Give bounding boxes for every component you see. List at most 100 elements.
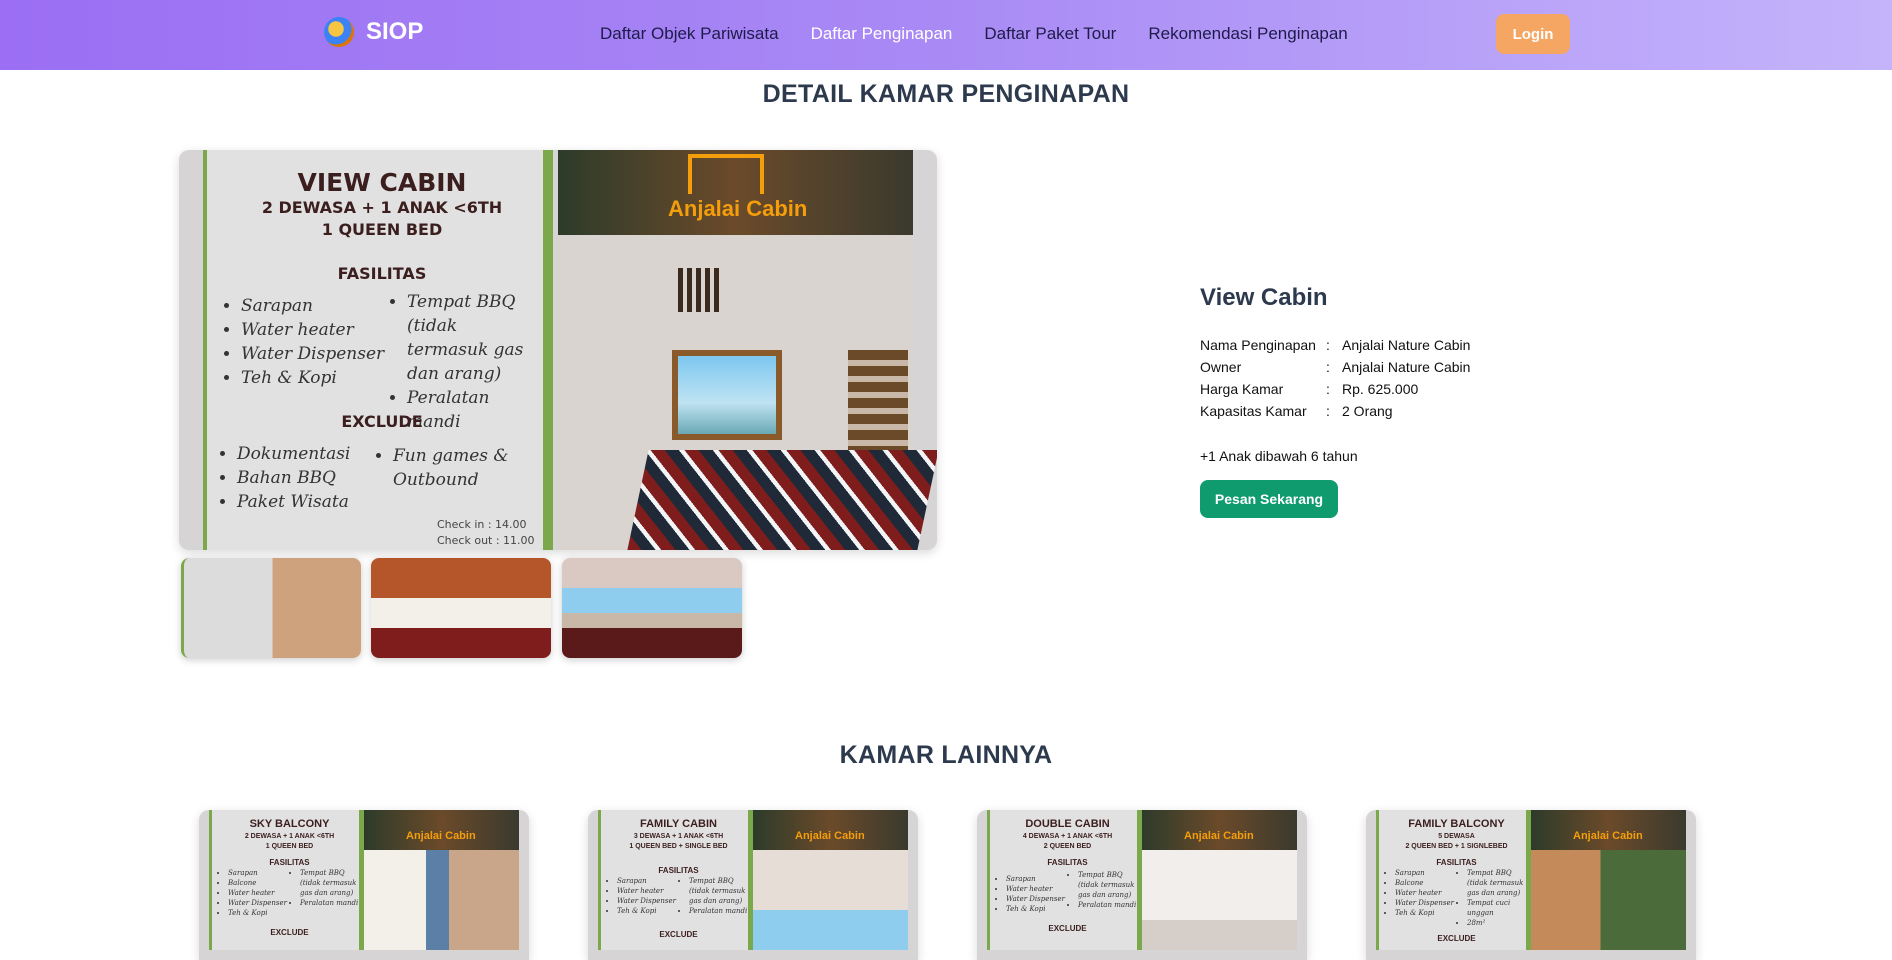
info-row-kapasitas: Kapasitas Kamar : 2 Orang: [1200, 400, 1470, 422]
info-value: Anjalai Nature Cabin: [1342, 337, 1471, 353]
card-item: Teh & Kopi: [1006, 904, 1065, 914]
thumbnail-3[interactable]: [562, 558, 742, 658]
nav-link-objek-pariwisata[interactable]: Daftar Objek Pariwisata: [600, 24, 779, 44]
brand-logo-icon: [324, 17, 354, 47]
room-card-family-cabin[interactable]: FAMILY CABIN 3 DEWASA + 1 ANAK <6TH 1 QU…: [588, 810, 918, 960]
card-item: Peralatan mandi: [689, 906, 751, 916]
poster-subtitle-1: 2 DEWASA + 1 ANAK <6TH: [261, 198, 503, 217]
poster-subtitle-2: 1 QUEEN BED: [321, 220, 443, 239]
brand[interactable]: SIOP: [324, 17, 423, 47]
card-exclude-label: EXCLUDE: [270, 928, 309, 937]
nav-link-rekomendasi[interactable]: Rekomendasi Penginapan: [1148, 24, 1347, 44]
nav-link-penginapan[interactable]: Daftar Penginapan: [811, 24, 953, 44]
card-brand-banner: Anjalai Cabin: [1531, 810, 1686, 850]
card-fasilitas-label: FASILITAS: [1047, 858, 1088, 867]
card-item: Tempat BBQ (tidak termasuk gas dan arang…: [1467, 868, 1529, 898]
room-card-family-balcony[interactable]: FAMILY BALCONY 5 DEWASA 2 QUEEN BED + 1 …: [1366, 810, 1696, 960]
card-exclude-label: EXCLUDE: [1048, 924, 1087, 933]
card-item: Tempat BBQ (tidak termasuk gas dan arang…: [689, 876, 751, 906]
info-separator: :: [1326, 381, 1330, 397]
card-subtitle-1: 4 DEWASA + 1 ANAK <6TH: [1022, 833, 1113, 840]
card-item: Balcone: [1395, 878, 1454, 888]
info-row-nama-penginapan: Nama Penginapan : Anjalai Nature Cabin: [1200, 334, 1470, 356]
card-item: Sarapan: [1006, 874, 1065, 884]
info-label: Kapasitas Kamar: [1200, 403, 1307, 419]
thumbnail-1[interactable]: [181, 558, 361, 658]
card-item: Water heater: [1006, 884, 1065, 894]
card-title: FAMILY BALCONY: [1408, 818, 1505, 830]
card-list-left: Sarapan Balcone Water heater Water Dispe…: [220, 868, 287, 918]
card-item: Balcone: [228, 878, 287, 888]
nav-links: Daftar Objek Pariwisata Daftar Penginapa…: [600, 24, 1348, 44]
card-poster: FAMILY BALCONY 5 DEWASA 2 QUEEN BED + 1 …: [1376, 810, 1686, 950]
info-label: Harga Kamar: [1200, 381, 1284, 397]
poster-fasilitas-label: FASILITAS: [337, 264, 427, 283]
info-row-harga: Harga Kamar : Rp. 625.000: [1200, 378, 1470, 400]
poster-brand-name: Anjalai Cabin: [668, 196, 808, 221]
card-item: Tempat cuci unggan: [1467, 898, 1529, 918]
card-poster: DOUBLE CABIN 4 DEWASA + 1 ANAK <6TH 2 QU…: [987, 810, 1297, 950]
poster-brand-banner: Anjalai Cabin: [558, 150, 913, 235]
card-list-right: Tempat BBQ (tidak termasuk gas dan arang…: [1070, 870, 1140, 910]
card-item: Teh & Kopi: [228, 908, 287, 918]
card-item: Water heater: [228, 888, 287, 898]
card-room-photo: [364, 850, 519, 950]
card-info-panel: FAMILY BALCONY 5 DEWASA 2 QUEEN BED + 1 …: [1376, 810, 1531, 950]
card-poster: FAMILY CABIN 3 DEWASA + 1 ANAK <6TH 1 QU…: [598, 810, 908, 950]
poster-title: VIEW CABIN: [297, 168, 467, 197]
card-info-panel: FAMILY CABIN 3 DEWASA + 1 ANAK <6TH 1 QU…: [598, 810, 753, 950]
info-separator: :: [1326, 403, 1330, 419]
card-item: Sarapan: [1395, 868, 1454, 878]
poster-fasilitas-left: Sarapan Water heater Water Dispenser Teh…: [221, 294, 384, 390]
bed-icon: [627, 450, 937, 550]
room-detail: View Cabin Nama Penginapan : Anjalai Nat…: [1200, 284, 1600, 518]
card-room-photo: [1142, 850, 1297, 950]
info-row-owner: Owner : Anjalai Nature Cabin: [1200, 356, 1470, 378]
thumbnail-2[interactable]: [371, 558, 551, 658]
detail-heading: DETAIL KAMAR PENGINAPAN: [762, 80, 1130, 108]
poster-item: Bahan BBQ: [237, 466, 350, 490]
poster-item: Paket Wisata: [237, 490, 350, 514]
main-room-photo[interactable]: VIEW CABIN 2 DEWASA + 1 ANAK <6TH 1 QUEE…: [179, 150, 937, 550]
pesan-sekarang-button[interactable]: Pesan Sekarang: [1200, 480, 1338, 518]
card-item: Tempat BBQ (tidak termasuk gas dan arang…: [300, 868, 362, 898]
card-item: Peralatan mandi: [1078, 900, 1140, 910]
extra-note: +1 Anak dibawah 6 tahun: [1200, 448, 1358, 464]
cabin-logo-icon: [688, 154, 764, 194]
ceiling-lamp-icon: [678, 268, 722, 312]
poster-item: Dokumentasi: [237, 442, 350, 466]
nav-link-paket-tour[interactable]: Daftar Paket Tour: [984, 24, 1116, 44]
card-item: Water heater: [1395, 888, 1454, 898]
card-poster: SKY BALCONY 2 DEWASA + 1 ANAK <6TH 1 QUE…: [209, 810, 519, 950]
card-item: Water Dispenser: [1006, 894, 1065, 904]
card-fasilitas-label: FASILITAS: [1436, 858, 1477, 867]
card-subtitle-2: 2 QUEEN BED: [1043, 843, 1092, 850]
info-label: Owner: [1200, 359, 1242, 375]
poster-check-in: Check in : 14.00: [437, 518, 527, 531]
card-item: Sarapan: [228, 868, 287, 878]
room-card-double-cabin[interactable]: DOUBLE CABIN 4 DEWASA + 1 ANAK <6TH 2 QU…: [977, 810, 1307, 960]
card-subtitle-1: 5 DEWASA: [1438, 833, 1475, 840]
login-button[interactable]: Login: [1496, 14, 1570, 54]
card-room-photo: [753, 850, 908, 950]
card-list-right: Tempat BBQ (tidak termasuk gas dan arang…: [292, 868, 362, 908]
card-info-panel: DOUBLE CABIN 4 DEWASA + 1 ANAK <6TH 2 QU…: [987, 810, 1142, 950]
card-brand-name: Anjalai Cabin: [406, 830, 476, 842]
card-exclude-label: EXCLUDE: [659, 930, 698, 939]
card-list-left: Sarapan Water heater Water Dispenser Teh…: [609, 876, 676, 916]
room-card-sky-balcony[interactable]: SKY BALCONY 2 DEWASA + 1 ANAK <6TH 1 QUE…: [199, 810, 529, 960]
card-brand-name: Anjalai Cabin: [795, 830, 865, 842]
room-poster: VIEW CABIN 2 DEWASA + 1 ANAK <6TH 1 QUEE…: [203, 150, 937, 550]
card-list-left: Sarapan Water heater Water Dispenser Teh…: [998, 874, 1065, 914]
card-item: Peralatan mandi: [300, 898, 362, 908]
poster-item: Fun games & Outbound: [393, 444, 523, 492]
poster-item: Water heater: [241, 318, 384, 342]
card-subtitle-1: 2 DEWASA + 1 ANAK <6TH: [244, 833, 335, 840]
info-separator: :: [1326, 337, 1330, 353]
poster-info-panel: VIEW CABIN 2 DEWASA + 1 ANAK <6TH 1 QUEE…: [203, 150, 553, 550]
card-fasilitas-label: FASILITAS: [658, 866, 699, 875]
card-title: FAMILY CABIN: [639, 818, 717, 830]
room-info-table: Nama Penginapan : Anjalai Nature Cabin O…: [1200, 334, 1470, 422]
card-brand-banner: Anjalai Cabin: [753, 810, 908, 850]
card-subtitle-2: 1 QUEEN BED: [265, 843, 314, 850]
